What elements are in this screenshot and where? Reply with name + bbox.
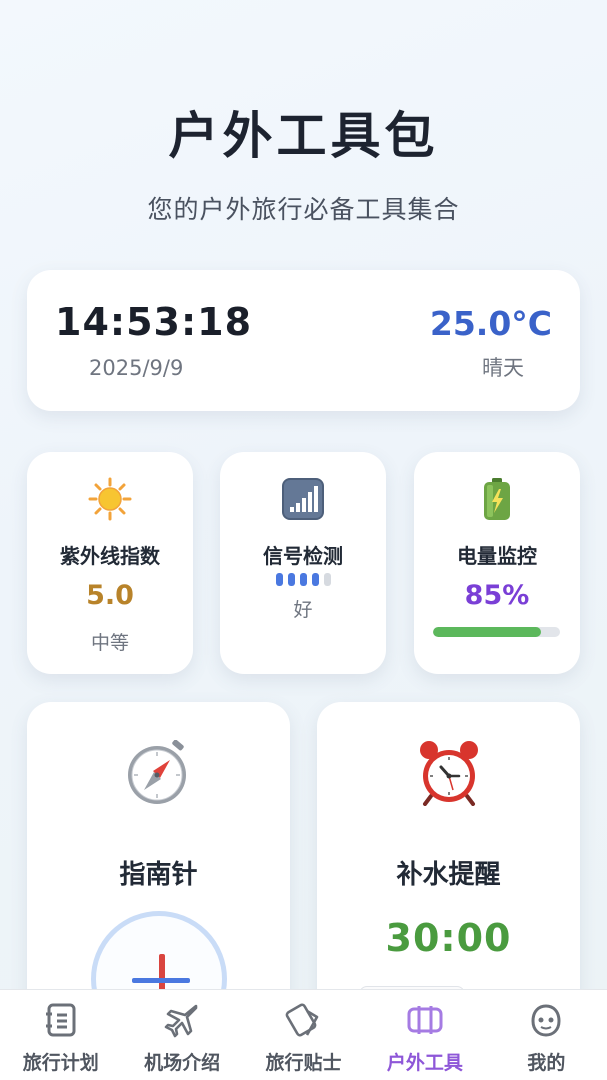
battery-card[interactable]: 电量监控 85% — [414, 452, 580, 674]
hydration-label: 补水提醒 — [396, 860, 501, 890]
weather-condition: 晴天 — [482, 356, 524, 380]
alarm-clock-icon — [317, 740, 580, 810]
compass-icon — [27, 740, 290, 810]
uv-label: 紫外线指数 — [60, 544, 160, 568]
tab-label: 旅行贴士 — [265, 1052, 342, 1074]
page-subtitle: 您的户外旅行必备工具集合 — [147, 195, 460, 224]
page-title: 户外工具包 — [168, 107, 439, 165]
airplane-icon — [162, 1000, 202, 1040]
compass-needle-horizontal — [132, 978, 190, 983]
uv-value: 5.0 — [86, 580, 134, 611]
face-icon — [526, 1000, 566, 1040]
battery-label: 电量监控 — [457, 544, 537, 568]
tab-profile[interactable]: 我的 — [486, 990, 607, 1080]
sun-icon — [27, 476, 193, 522]
bottom-tab-bar: 旅行计划 机场介绍 旅行贴士 户外工具 我的 — [0, 989, 607, 1080]
signal-strength-meter — [220, 573, 386, 586]
tab-label: 我的 — [527, 1052, 566, 1074]
signal-quality: 好 — [293, 599, 313, 621]
current-date: 2025/9/9 — [89, 356, 184, 380]
tab-outdoor-tools[interactable]: 户外工具 — [364, 990, 485, 1080]
uv-index-card[interactable]: 紫外线指数 5.0 中等 — [27, 452, 193, 674]
tab-label: 机场介绍 — [144, 1052, 221, 1074]
signal-strength-dot — [287, 573, 295, 586]
time-weather-card: 14:53:18 2025/9/9 25.0°C 晴天 — [27, 270, 580, 411]
tab-label: 旅行计划 — [22, 1052, 99, 1074]
tab-label: 户外工具 — [386, 1052, 463, 1074]
battery-icon — [414, 476, 580, 522]
compass-card[interactable]: 指南针 — [27, 702, 290, 1047]
page-header: 户外工具包 您的户外旅行必备工具集合 — [0, 96, 607, 226]
compass-label: 指南针 — [119, 860, 198, 890]
tab-travel-plan[interactable]: 旅行计划 — [0, 990, 121, 1080]
uv-level: 中等 — [90, 632, 129, 654]
signal-label: 信号检测 — [263, 544, 343, 568]
temperature: 25.0°C — [429, 304, 552, 343]
battery-level-fill — [433, 627, 541, 637]
signal-strength-dot — [275, 573, 283, 586]
battery-level-bar — [433, 627, 560, 637]
signal-bars-icon — [220, 476, 386, 522]
signal-strength-dot — [299, 573, 307, 586]
tab-travel-tips[interactable]: 旅行贴士 — [243, 990, 364, 1080]
hydration-timer: 30:00 — [385, 916, 512, 960]
notebook-icon — [41, 1000, 81, 1040]
signal-strength-dot — [311, 573, 319, 586]
tab-airport-intro[interactable]: 机场介绍 — [121, 990, 242, 1080]
cards-icon — [284, 1000, 324, 1040]
toolkit-icon — [405, 1000, 445, 1040]
battery-value: 85% — [464, 580, 530, 611]
hydration-reminder-card[interactable]: 补水提醒 30:00 — [317, 702, 580, 1022]
signal-card[interactable]: 信号检测 好 — [220, 452, 386, 674]
signal-strength-dot — [323, 573, 331, 586]
current-time: 14:53:18 — [55, 300, 253, 344]
